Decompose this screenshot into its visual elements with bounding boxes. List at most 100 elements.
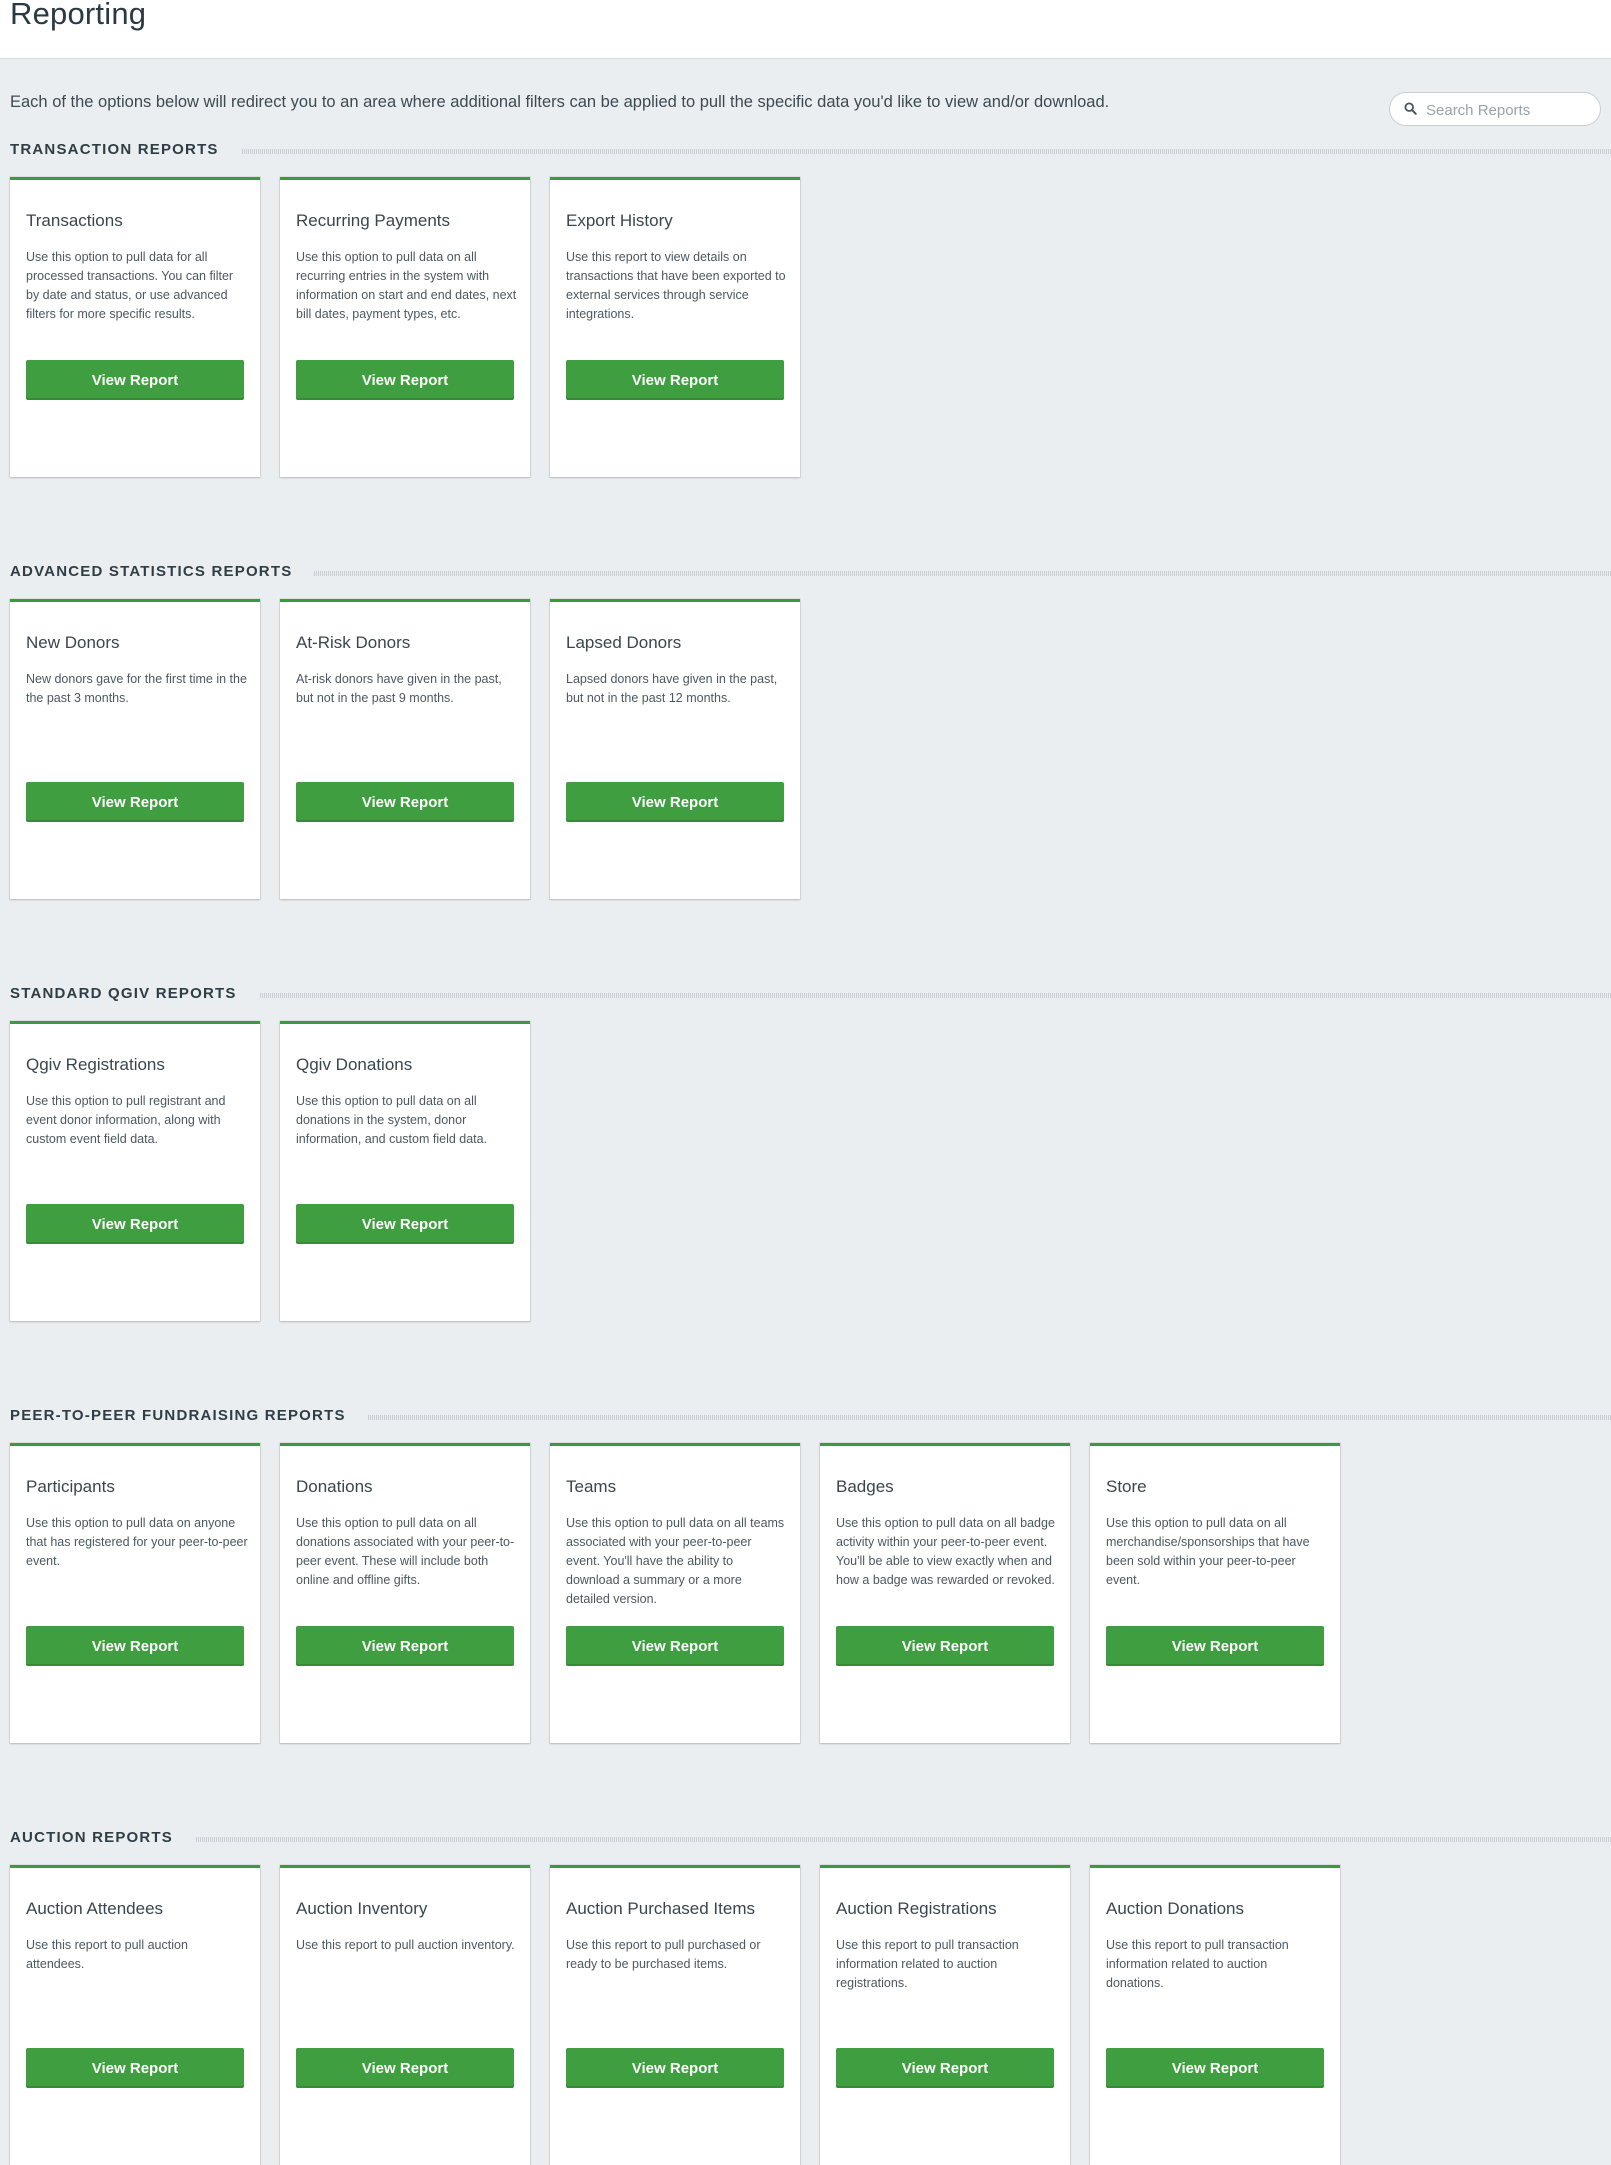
report-card-grid: Auction Attendees Use this report to pull… [0, 1865, 1611, 2165]
report-sections: TRANSACTION REPORTS Transactions Use this … [0, 139, 1611, 2165]
report-card-title: Auction Donations [1106, 1899, 1244, 1918]
report-card-description: Use this report to pull auction inventor… [296, 1938, 515, 1952]
report-card: Donations Use this option to pull data on… [280, 1443, 530, 1743]
report-card-title: Export History [566, 211, 673, 230]
report-section: ADVANCED STATISTICS REPORTS New Donors New… [0, 561, 1611, 899]
view-report-button[interactable]: View Report [836, 1626, 1054, 1666]
view-report-button[interactable]: View Report [566, 782, 784, 822]
report-card: Export History Use this report to view de… [550, 177, 800, 477]
report-card-description: At-risk donors have given in the past, b… [296, 672, 502, 705]
report-card: Recurring Payments Use this option to pul… [280, 177, 530, 477]
report-card-description: Use this option to pull data on all merc… [1106, 1516, 1310, 1587]
report-card-title: Teams [566, 1477, 617, 1496]
report-card-description: Lapsed donors have given in the past, bu… [566, 672, 778, 705]
section-divider [10, 149, 1611, 154]
report-section: PEER-TO-PEER FUNDRAISING REPORTS Particip… [0, 1405, 1611, 1743]
section-header: AUCTION REPORTS [0, 1827, 1611, 1851]
section-title: TRANSACTION REPORTS [10, 141, 241, 158]
report-card-title: Auction Registrations [836, 1899, 997, 1918]
view-report-button[interactable]: View Report [1106, 2048, 1324, 2088]
report-card-grid: Qgiv Registrations Use this option to pul… [0, 1021, 1611, 1321]
report-card-title: Auction Inventory [296, 1899, 428, 1918]
report-card-title: Auction Purchased Items [566, 1899, 755, 1918]
report-card-description: Use this option to pull data on all recu… [296, 250, 517, 321]
report-card-title: Auction Attendees [26, 1899, 164, 1918]
report-card-title: At-Risk Donors [296, 633, 411, 652]
section-title: AUCTION REPORTS [10, 1829, 196, 1846]
report-section: TRANSACTION REPORTS Transactions Use this … [0, 139, 1611, 477]
report-card: Auction Registrations Use this report to … [820, 1865, 1070, 2165]
report-card-description: Use this report to pull transaction info… [1106, 1938, 1289, 1990]
report-card: Badges Use this option to pull data on al… [820, 1443, 1070, 1743]
report-card-description: Use this option to pull registrant and e… [26, 1094, 226, 1146]
report-card-title: Qgiv Registrations [26, 1055, 165, 1074]
view-report-button[interactable]: View Report [1106, 1626, 1324, 1666]
view-report-button[interactable]: View Report [296, 1204, 514, 1244]
search-box[interactable] [1389, 92, 1601, 126]
report-card-grid: Participants Use this option to pull data… [0, 1443, 1611, 1743]
view-report-button[interactable]: View Report [26, 360, 244, 400]
view-report-button[interactable]: View Report [566, 2048, 784, 2088]
report-card-description: Use this option to pull data on all badg… [836, 1516, 1055, 1587]
report-card-grid: Transactions Use this option to pull data… [0, 177, 1611, 477]
view-report-button[interactable]: View Report [836, 2048, 1054, 2088]
report-card-title: Badges [836, 1477, 894, 1496]
view-report-button[interactable]: View Report [26, 1204, 244, 1244]
report-card: Auction Attendees Use this report to pull… [10, 1865, 260, 2165]
intro-text: Each of the options below will redirect … [10, 93, 1110, 111]
section-title: PEER-TO-PEER FUNDRAISING REPORTS [10, 1407, 368, 1424]
page-title: Reporting [10, 0, 147, 31]
report-card-description: Use this report to pull auction attendee… [26, 1938, 188, 1971]
section-header: ADVANCED STATISTICS REPORTS [0, 561, 1611, 585]
view-report-button[interactable]: View Report [296, 1626, 514, 1666]
report-card: Auction Purchased Items Use this report t… [550, 1865, 800, 2165]
view-report-button[interactable]: View Report [296, 2048, 514, 2088]
report-card-title: Participants [26, 1477, 115, 1496]
report-card-description: Use this option to pull data on all dona… [296, 1516, 515, 1587]
report-card-title: Qgiv Donations [296, 1055, 413, 1074]
section-header: TRANSACTION REPORTS [0, 139, 1611, 163]
report-card-title: Transactions [26, 211, 123, 230]
report-card-description: Use this option to pull data on anyone t… [26, 1516, 248, 1568]
view-report-button[interactable]: View Report [296, 782, 514, 822]
report-card-description: New donors gave for the first time in th… [26, 672, 247, 705]
report-card-title: New Donors [26, 633, 120, 652]
report-card: Qgiv Registrations Use this option to pul… [10, 1021, 260, 1321]
report-card-description: Use this report to pull transaction info… [836, 1938, 1019, 1990]
view-report-button[interactable]: View Report [26, 782, 244, 822]
section-title: ADVANCED STATISTICS REPORTS [10, 563, 315, 580]
report-card-description: Use this option to pull data for all pro… [26, 250, 234, 321]
report-card-title: Lapsed Donors [566, 633, 682, 652]
view-report-button[interactable]: View Report [566, 360, 784, 400]
report-card: Lapsed Donors Lapsed donors have given in… [550, 599, 800, 899]
report-card: Auction Donations Use this report to pull… [1090, 1865, 1340, 2165]
intro-row: Each of the options below will redirect … [0, 59, 1611, 129]
section-divider [10, 1837, 1611, 1842]
search-icon [1404, 102, 1417, 115]
view-report-button[interactable]: View Report [566, 1626, 784, 1666]
view-report-button[interactable]: View Report [26, 2048, 244, 2088]
report-card: New Donors New donors gave for the first … [10, 599, 260, 899]
top-bar: Reporting [0, 0, 1611, 59]
report-card-title: Recurring Payments [296, 211, 451, 230]
report-card: Teams Use this option to pull data on all… [550, 1443, 800, 1743]
search-input[interactable] [1424, 98, 1596, 122]
report-card: At-Risk Donors At-risk donors have given … [280, 599, 530, 899]
section-header: STANDARD QGIV REPORTS [0, 983, 1611, 1007]
report-card-description: Use this report to view details on trans… [566, 250, 786, 321]
report-card: Store Use this option to pull data on all… [1090, 1443, 1340, 1743]
report-card-description: Use this report to pull purchased or rea… [566, 1938, 761, 1971]
report-card-description: Use this option to pull data on all team… [566, 1516, 785, 1606]
section-header: PEER-TO-PEER FUNDRAISING REPORTS [0, 1405, 1611, 1429]
report-section: STANDARD QGIV REPORTS Qgiv Registrations U… [0, 983, 1611, 1321]
report-card: Transactions Use this option to pull data… [10, 177, 260, 477]
report-card: Qgiv Donations Use this option to pull da… [280, 1021, 530, 1321]
view-report-button[interactable]: View Report [26, 1626, 244, 1666]
report-card-grid: New Donors New donors gave for the first … [0, 599, 1611, 899]
report-section: AUCTION REPORTS Auction Attendees Use this… [0, 1827, 1611, 2165]
report-card: Auction Inventory Use this report to pull… [280, 1865, 530, 2165]
view-report-button[interactable]: View Report [296, 360, 514, 400]
report-card: Participants Use this option to pull data… [10, 1443, 260, 1743]
report-card-description: Use this option to pull data on all dona… [296, 1094, 488, 1146]
report-card-title: Store [1106, 1477, 1147, 1496]
